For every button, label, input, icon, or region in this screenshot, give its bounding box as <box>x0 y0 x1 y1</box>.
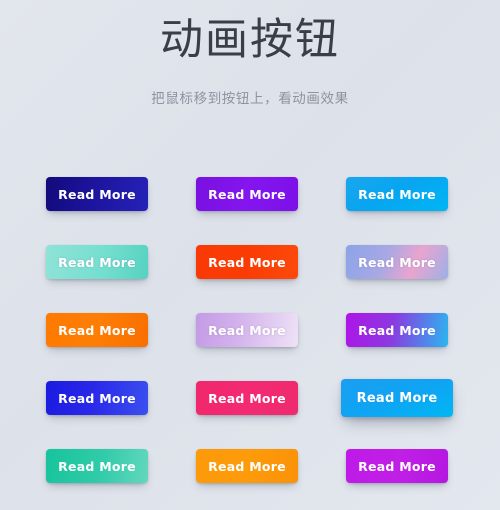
page-title: 动画按钮 <box>160 15 340 65</box>
button-row: Read More Read More Read More <box>0 296 500 364</box>
button-violet[interactable]: Read More <box>196 177 298 211</box>
button-cell: Read More <box>172 364 322 432</box>
button-cell: Read More <box>322 432 472 500</box>
button-cell: Read More <box>22 296 172 364</box>
button-cell: Read More <box>22 228 172 296</box>
button-label: Read More <box>208 186 286 202</box>
button-lilac-fade[interactable]: Read More <box>196 313 298 347</box>
button-cell: Read More <box>22 432 172 500</box>
button-cell: Read More <box>322 160 472 228</box>
button-cell: Read More <box>22 160 172 228</box>
button-cell: Read More <box>322 228 472 296</box>
button-label: Read More <box>58 322 136 338</box>
button-row: Read More Read More Read More <box>0 228 500 296</box>
button-cell: Read More <box>172 228 322 296</box>
button-cell: Read More <box>22 364 172 432</box>
button-pink[interactable]: Read More <box>196 381 298 415</box>
button-cell: Read More <box>172 160 322 228</box>
button-row: Read More Read More Read More <box>0 364 500 432</box>
button-royal-blue[interactable]: Read More <box>46 381 148 415</box>
button-label: Read More <box>356 390 438 406</box>
button-label: Read More <box>208 254 286 270</box>
button-label: Read More <box>208 390 286 406</box>
page-header: 动画按钮 把鼠标移到按钮上，看动画效果 <box>0 0 500 107</box>
button-label: Read More <box>208 322 286 338</box>
button-label: Read More <box>58 254 136 270</box>
button-label: Read More <box>58 390 136 406</box>
button-label: Read More <box>358 322 436 338</box>
button-label: Read More <box>358 458 436 474</box>
animated-buttons-page: 动画按钮 把鼠标移到按钮上，看动画效果 Read More Read More Re… <box>0 0 500 510</box>
button-cell: Read More <box>322 296 472 364</box>
button-label: Read More <box>208 458 286 474</box>
button-mint[interactable]: Read More <box>46 245 148 279</box>
button-orange[interactable]: Read More <box>46 313 148 347</box>
page-subtitle: 把鼠标移到按钮上，看动画效果 <box>151 91 349 108</box>
button-blue-pink-gradient[interactable]: Read More <box>346 245 448 279</box>
button-label: Read More <box>358 254 436 270</box>
button-cell: Read More <box>322 364 472 432</box>
button-bright-blue-hovered[interactable]: Read More <box>341 379 453 417</box>
button-purple-cyan-gradient[interactable]: Read More <box>346 313 448 347</box>
button-label: Read More <box>58 458 136 474</box>
button-teal[interactable]: Read More <box>46 449 148 483</box>
button-navy[interactable]: Read More <box>46 177 148 211</box>
button-magenta[interactable]: Read More <box>346 449 448 483</box>
button-row: Read More Read More Read More <box>0 160 500 228</box>
button-cell: Read More <box>172 296 322 364</box>
button-label: Read More <box>358 186 436 202</box>
button-cell: Read More <box>172 432 322 500</box>
button-row: Read More Read More Read More <box>0 432 500 500</box>
button-sky-blue[interactable]: Read More <box>346 177 448 211</box>
button-label: Read More <box>58 186 136 202</box>
button-amber[interactable]: Read More <box>196 449 298 483</box>
button-orange-red[interactable]: Read More <box>196 245 298 279</box>
button-grid: Read More Read More Read More Read More Read… <box>0 160 500 500</box>
